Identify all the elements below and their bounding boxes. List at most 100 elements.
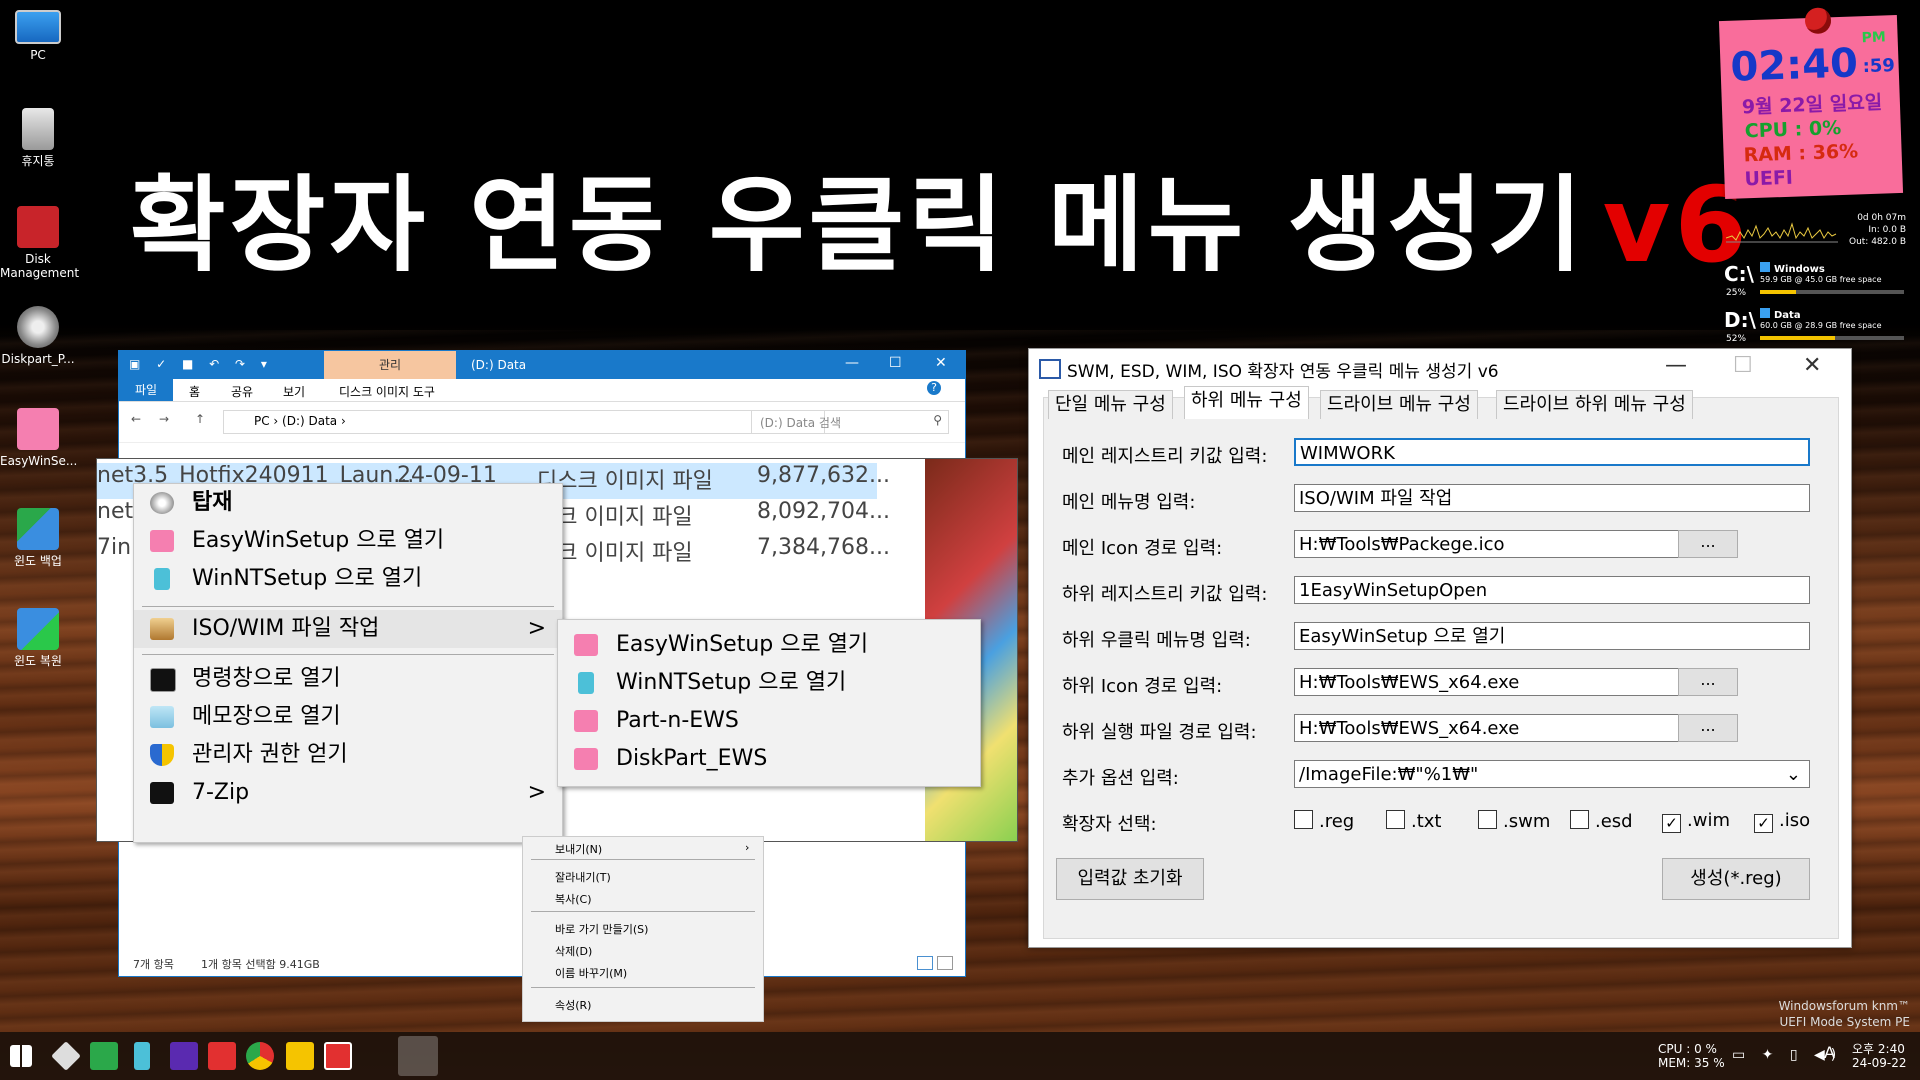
power-icon[interactable]	[324, 1042, 352, 1070]
browse-sub-exe-button[interactable]: ...	[1678, 714, 1738, 742]
menu-item-cut[interactable]: 잘라내기(T)	[555, 869, 611, 885]
winnt-taskbar-icon[interactable]	[134, 1042, 150, 1070]
tab-drive-menu[interactable]: 드라이브 메뉴 구성	[1320, 390, 1478, 419]
menu-item-7zip[interactable]: 7-Zip >	[134, 774, 562, 812]
up-icon[interactable]: ↑	[195, 412, 205, 426]
submenu-item-winntsetup[interactable]: WinNTSetup 으로 열기	[558, 664, 980, 702]
checkbox-reg[interactable]: .reg	[1294, 810, 1354, 832]
checkbox-iso[interactable]: ✓ .iso	[1754, 810, 1810, 833]
address-bar[interactable]: PC › (D:) Data ›	[223, 410, 825, 434]
search-box[interactable]: (D:) Data 검색 ⚲	[751, 410, 949, 434]
tray-date[interactable]: 24-09-22	[1852, 1056, 1906, 1070]
checkbox-box[interactable]	[1386, 810, 1405, 829]
main-registry-key-input[interactable]: WIMWORK	[1294, 438, 1810, 466]
menu-separator	[531, 859, 755, 860]
submenu-item-easywinsetup[interactable]: EasyWinSetup 으로 열기	[558, 626, 980, 664]
ribbon-tab-disk-image-tools[interactable]: 디스크 이미지 도구	[339, 383, 435, 400]
menu-item-winntsetup[interactable]: WinNTSetup 으로 열기	[134, 560, 562, 598]
network-graph	[1726, 222, 1838, 243]
desktop-icon-backup[interactable]: 윈도 백업	[0, 508, 76, 568]
checkbox-swm[interactable]: .swm	[1478, 810, 1550, 832]
field-label: 하위 실행 파일 경로 입력:	[1062, 722, 1257, 743]
active-window-icon[interactable]	[398, 1036, 438, 1076]
checkbox-wim[interactable]: ✓ .wim	[1662, 810, 1730, 833]
anydesk-icon[interactable]	[208, 1042, 236, 1070]
checkbox-box[interactable]: ✓	[1662, 814, 1681, 833]
menu-item-admin[interactable]: 관리자 권한 얻기	[134, 736, 562, 774]
menu-item-delete[interactable]: 삭제(D)	[555, 943, 592, 959]
desktop-icon-easywinsetup[interactable]: EasyWinSe...	[0, 408, 77, 468]
media-icon[interactable]	[170, 1042, 198, 1070]
main-menu-name-input[interactable]: ISO/WIM 파일 작업	[1294, 484, 1810, 512]
checkbox-box[interactable]	[1294, 810, 1313, 829]
maximize-icon[interactable]: ☐	[1733, 353, 1753, 378]
tab-drive-sub-menu[interactable]: 드라이브 하위 메뉴 구성	[1496, 390, 1693, 419]
explorer-tool-icon[interactable]	[90, 1042, 118, 1070]
generate-reg-button[interactable]: 생성(*.reg)	[1662, 858, 1810, 900]
checkbox-box[interactable]	[1478, 810, 1497, 829]
quick-access-toolbar[interactable]: ▣ ✓ ■ ↶ ↷ ▾	[129, 357, 273, 371]
browse-sub-icon-button[interactable]: ...	[1678, 668, 1738, 696]
submenu-item-part-n-ews[interactable]: Part-n-EWS	[558, 702, 980, 740]
tray-time[interactable]: 오후 2:40	[1852, 1042, 1905, 1056]
chevron-right-icon: >	[527, 616, 546, 641]
back-icon[interactable]: ←	[131, 412, 141, 426]
menu-item-copy[interactable]: 복사(C)	[555, 891, 592, 907]
menu-item-cmd[interactable]: 명령창으로 열기	[134, 660, 562, 698]
menu-item-create-shortcut[interactable]: 바로 가기 만들기(S)	[555, 921, 648, 937]
extra-option-select[interactable]: /ImageFile:₩"%1₩" ⌄	[1294, 760, 1810, 788]
details-view-icon[interactable]	[917, 956, 933, 970]
menu-item-label: DiskPart_EWS	[616, 746, 768, 771]
checkbox-label: .iso	[1779, 810, 1811, 831]
menu-item-send-to[interactable]: 보내기(N)	[555, 841, 602, 857]
folder-tool-icon[interactable]	[286, 1042, 314, 1070]
large-icons-view-icon[interactable]	[937, 956, 953, 970]
sub-icon-path-input[interactable]: H:₩Tools₩EWS_x64.exe	[1294, 668, 1734, 696]
desktop-icon-pc[interactable]: PC	[0, 10, 76, 62]
main-icon-path-input[interactable]: H:₩Tools₩Packege.ico	[1294, 530, 1734, 558]
submenu-item-diskpart-ews[interactable]: DiskPart_EWS	[558, 740, 980, 778]
sub-exe-path-input[interactable]: H:₩Tools₩EWS_x64.exe	[1294, 714, 1734, 742]
reset-button[interactable]: 입력값 초기화	[1056, 858, 1204, 900]
manage-tab[interactable]: 관리	[324, 351, 456, 379]
help-icon[interactable]: ?	[927, 381, 941, 395]
tray-mem: MEM: 35 %	[1658, 1056, 1725, 1070]
menu-item-rename[interactable]: 이름 바꾸기(M)	[555, 965, 627, 981]
tab-sub-menu[interactable]: 하위 메뉴 구성	[1184, 386, 1309, 419]
status-selection: 1개 항목 선택함 9.41GB	[201, 958, 320, 971]
desktop-icon-restore[interactable]: 윈도 복원	[0, 608, 76, 668]
checkbox-label: .swm	[1503, 811, 1551, 832]
ribbon-tab-view[interactable]: 보기	[283, 383, 305, 400]
ribbon-tab-file[interactable]: 파일	[119, 379, 173, 401]
browse-main-icon-button[interactable]: ...	[1678, 530, 1738, 558]
desktop-icon-recycle-bin[interactable]: 휴지통	[0, 108, 76, 168]
forward-icon[interactable]: →	[159, 412, 169, 426]
tab-single-menu[interactable]: 단일 메뉴 구성	[1048, 390, 1173, 419]
chrome-icon[interactable]	[246, 1042, 274, 1070]
drive-tool-icon[interactable]	[51, 1041, 81, 1071]
menu-item-properties[interactable]: 속성(R)	[555, 997, 591, 1013]
checkbox-esd[interactable]: .esd	[1570, 810, 1633, 832]
desktop-icon-disk-management[interactable]: Disk Management	[0, 206, 79, 280]
menu-item-iso-wim[interactable]: ISO/WIM 파일 작업 >	[134, 610, 562, 648]
menu-item-easywinsetup[interactable]: EasyWinSetup 으로 열기	[134, 522, 562, 560]
maximize-icon[interactable]: ☐	[889, 355, 902, 371]
checkbox-box[interactable]: ✓	[1754, 814, 1773, 833]
tray-language[interactable]: A	[1824, 1045, 1835, 1061]
menu-item-notepad[interactable]: 메모장으로 열기	[134, 698, 562, 736]
minimize-icon[interactable]: —	[1665, 353, 1687, 378]
checkbox-txt[interactable]: .txt	[1386, 810, 1442, 832]
close-icon[interactable]: ✕	[1803, 353, 1821, 378]
checkbox-box[interactable]	[1570, 810, 1589, 829]
menu-item-label: 관리자 권한 얻기	[192, 742, 348, 767]
sub-registry-key-input[interactable]: 1EasyWinSetupOpen	[1294, 576, 1810, 604]
ribbon-tab-share[interactable]: 공유	[231, 383, 253, 400]
close-icon[interactable]: ✕	[935, 355, 947, 371]
ribbon-tab-home[interactable]: 홈	[189, 383, 200, 400]
desktop-icon-diskpart[interactable]: Diskpart_P...	[0, 306, 76, 366]
start-icon[interactable]	[10, 1045, 32, 1067]
menu-item-mount[interactable]: 탑재	[134, 484, 562, 522]
clock-ampm: PM	[1861, 29, 1887, 47]
minimize-icon[interactable]: —	[845, 355, 859, 371]
sub-menu-name-input[interactable]: EasyWinSetup 으로 열기	[1294, 622, 1810, 650]
